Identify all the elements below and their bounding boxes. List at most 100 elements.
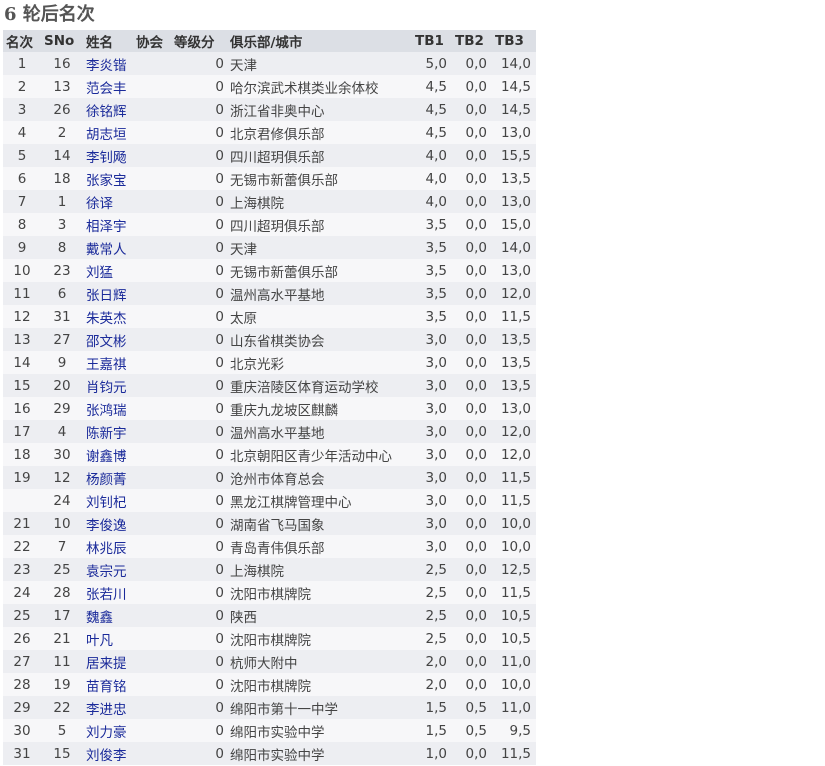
table-row: 8 3 相泽宇 0 四川超玥俱乐部 3,5 0,0 15,0 (3, 213, 536, 236)
assoc-cell (133, 236, 171, 259)
player-name-link[interactable]: 肖钧元 (86, 380, 127, 396)
player-name-link[interactable]: 邵文彬 (86, 334, 127, 350)
tb3-cell: 14,0 (492, 236, 536, 259)
player-name-link[interactable]: 相泽宇 (86, 219, 127, 235)
rating-cell: 0 (171, 397, 227, 420)
player-name-link[interactable]: 叶凡 (86, 633, 113, 649)
name-cell: 李炎锴 (83, 52, 133, 75)
tb3-cell: 10,0 (492, 535, 536, 558)
sno-cell: 7 (41, 535, 83, 558)
name-cell: 居来提 (83, 650, 133, 673)
table-row: 28 19 苗育铭 0 沈阳市棋牌院 2,0 0,0 10,0 (3, 673, 536, 696)
player-name-link[interactable]: 陈新宇 (86, 426, 127, 442)
tb2-cell: 0,0 (452, 374, 492, 397)
rating-cell: 0 (171, 259, 227, 282)
tb1-cell: 3,0 (412, 351, 452, 374)
name-cell: 李俊逸 (83, 512, 133, 535)
sno-cell: 31 (41, 305, 83, 328)
player-name-link[interactable]: 李炎锴 (86, 58, 127, 74)
sno-cell: 10 (41, 512, 83, 535)
assoc-cell (133, 190, 171, 213)
player-name-link[interactable]: 徐译 (86, 196, 113, 212)
assoc-cell (133, 627, 171, 650)
tb1-cell: 1,5 (412, 719, 452, 742)
table-row: 12 31 朱英杰 0 太原 3,5 0,0 11,5 (3, 305, 536, 328)
club-cell: 温州高水平基地 (227, 282, 412, 305)
player-name-link[interactable]: 居来提 (86, 656, 127, 672)
player-name-link[interactable]: 张若川 (86, 587, 127, 603)
player-name-link[interactable]: 徐铭辉 (86, 104, 127, 120)
name-cell: 张若川 (83, 581, 133, 604)
rank-cell: 16 (3, 397, 41, 420)
player-name-link[interactable]: 林兆辰 (86, 541, 127, 557)
sno-cell: 3 (41, 213, 83, 236)
tb1-cell: 2,5 (412, 604, 452, 627)
player-name-link[interactable]: 范会丰 (86, 81, 127, 97)
assoc-cell (133, 167, 171, 190)
table-row: 27 11 居来提 0 杭师大附中 2,0 0,0 11,0 (3, 650, 536, 673)
player-name-link[interactable]: 刘钊杞 (86, 495, 127, 511)
player-name-link[interactable]: 刘力豪 (86, 725, 127, 741)
player-name-link[interactable]: 王嘉祺 (86, 357, 127, 373)
tb1-cell: 2,0 (412, 673, 452, 696)
table-row: 24 刘钊杞 0 黑龙江棋牌管理中心 3,0 0,0 11,5 (3, 489, 536, 512)
tb2-cell: 0,0 (452, 328, 492, 351)
player-name-link[interactable]: 张日辉 (86, 288, 127, 304)
tb3-cell: 11,0 (492, 650, 536, 673)
player-name-link[interactable]: 张鸿瑞 (86, 403, 127, 419)
name-cell: 叶凡 (83, 627, 133, 650)
club-cell: 重庆涪陵区体育运动学校 (227, 374, 412, 397)
tb2-cell: 0,0 (452, 443, 492, 466)
header-tb1: TB1 (412, 30, 452, 52)
club-cell: 沈阳市棋牌院 (227, 673, 412, 696)
rating-cell: 0 (171, 144, 227, 167)
rating-cell: 0 (171, 719, 227, 742)
player-name-link[interactable]: 朱英杰 (86, 311, 127, 327)
club-cell: 上海棋院 (227, 190, 412, 213)
name-cell: 徐译 (83, 190, 133, 213)
club-cell: 四川超玥俱乐部 (227, 144, 412, 167)
player-name-link[interactable]: 刘俊李 (86, 748, 127, 764)
rank-cell: 15 (3, 374, 41, 397)
rank-cell: 17 (3, 420, 41, 443)
assoc-cell (133, 305, 171, 328)
sno-cell: 11 (41, 650, 83, 673)
header-rating: 等级分 (171, 30, 227, 52)
rank-cell: 24 (3, 581, 41, 604)
tb3-cell: 13,0 (492, 397, 536, 420)
player-name-link[interactable]: 戴常人 (86, 242, 127, 258)
tb3-cell: 10,0 (492, 512, 536, 535)
club-cell: 沈阳市棋牌院 (227, 627, 412, 650)
rank-cell: 11 (3, 282, 41, 305)
table-row: 14 9 王嘉祺 0 北京光彩 3,0 0,0 13,5 (3, 351, 536, 374)
table-row: 4 2 胡志垣 0 北京君修俱乐部 4,5 0,0 13,0 (3, 121, 536, 144)
tb2-cell: 0,5 (452, 719, 492, 742)
tb2-cell: 0,0 (452, 650, 492, 673)
player-name-link[interactable]: 袁宗元 (86, 564, 127, 580)
player-name-link[interactable]: 刘猛 (86, 265, 113, 281)
assoc-cell (133, 420, 171, 443)
rating-cell: 0 (171, 696, 227, 719)
player-name-link[interactable]: 魏鑫 (86, 610, 113, 626)
tb1-cell: 4,0 (412, 144, 452, 167)
player-name-link[interactable]: 李进忠 (86, 702, 127, 718)
player-name-link[interactable]: 杨颜菁 (86, 472, 127, 488)
table-row: 23 25 袁宗元 0 上海棋院 2,5 0,0 12,5 (3, 558, 536, 581)
tb1-cell: 1,5 (412, 696, 452, 719)
player-name-link[interactable]: 李钊飏 (86, 150, 127, 166)
tb2-cell: 0,0 (452, 282, 492, 305)
standings-body: 1 16 李炎锴 0 天津 5,0 0,0 14,0 2 13 范会丰 0 哈尔滨武术棋类业余体校 4,5… (3, 52, 536, 765)
player-name-link[interactable]: 胡志垣 (86, 127, 127, 143)
tb1-cell: 4,5 (412, 75, 452, 98)
player-name-link[interactable]: 谢鑫博 (86, 449, 127, 465)
player-name-link[interactable]: 张家宝 (86, 173, 127, 189)
sno-cell: 21 (41, 627, 83, 650)
club-cell: 无锡市新蕾俱乐部 (227, 259, 412, 282)
header-sno: SNo (41, 30, 83, 52)
table-row: 9 8 戴常人 0 天津 3,5 0,0 14,0 (3, 236, 536, 259)
table-row: 5 14 李钊飏 0 四川超玥俱乐部 4,0 0,0 15,5 (3, 144, 536, 167)
player-name-link[interactable]: 苗育铭 (86, 679, 127, 695)
player-name-link[interactable]: 李俊逸 (86, 518, 127, 534)
name-cell: 刘猛 (83, 259, 133, 282)
tb3-cell: 13,0 (492, 190, 536, 213)
